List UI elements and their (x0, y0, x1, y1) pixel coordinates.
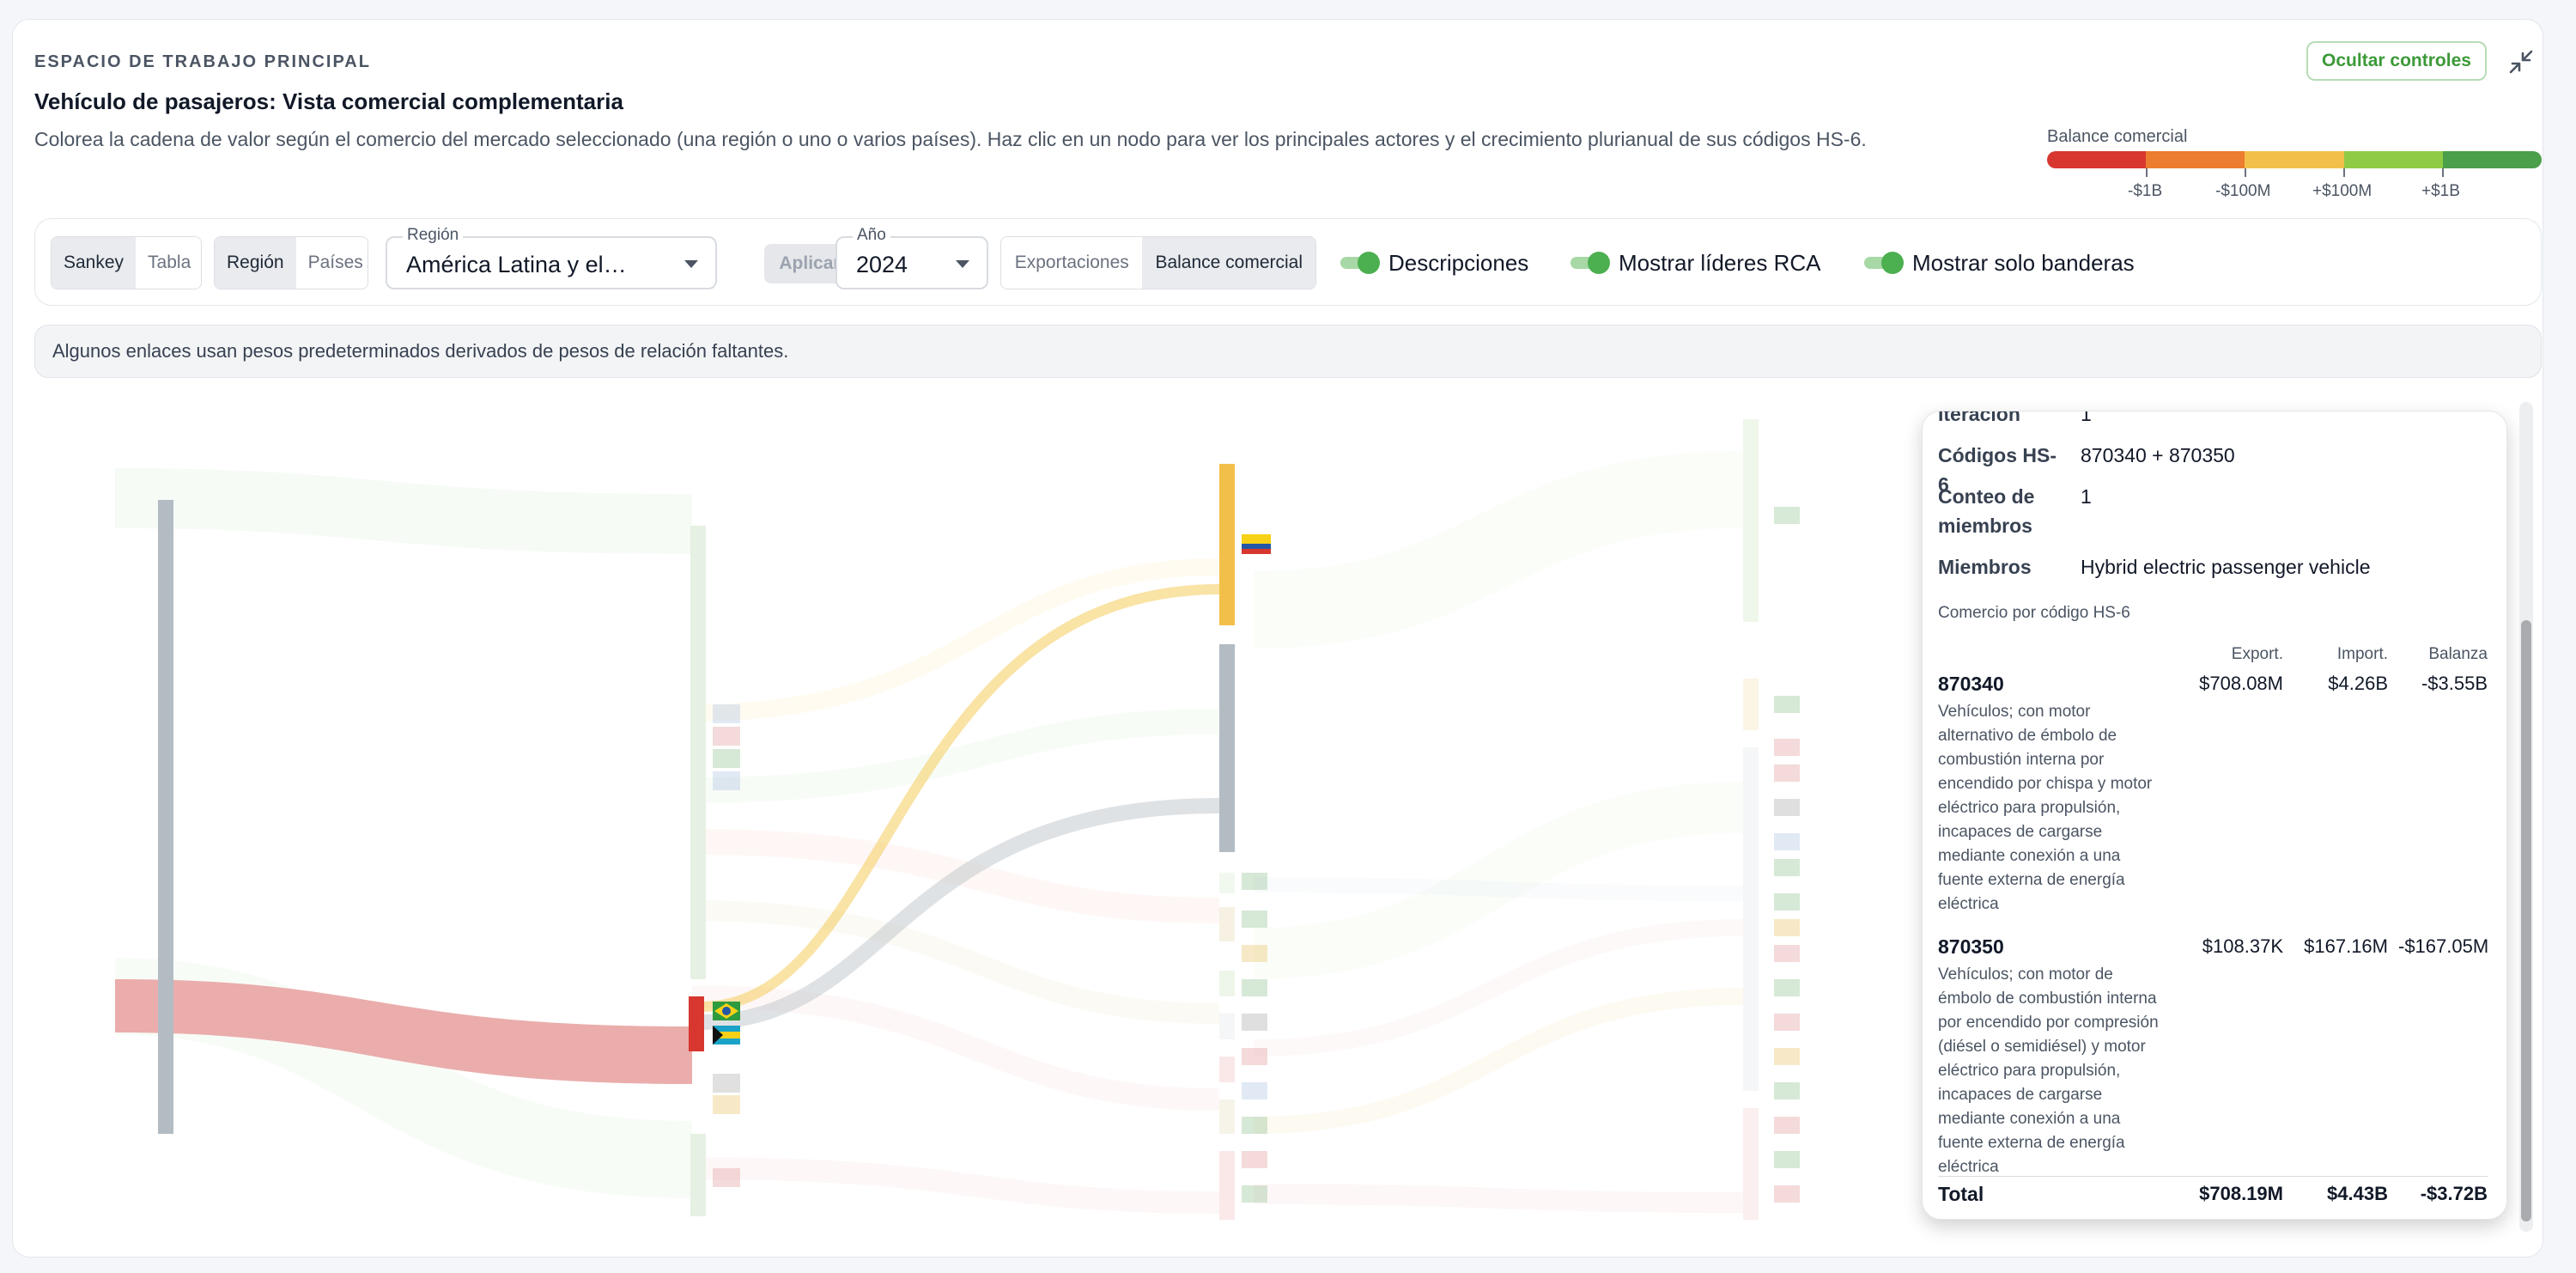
hide-controls-button[interactable]: Ocultar controles (2306, 41, 2487, 81)
scope-countries-button[interactable]: Países (296, 237, 368, 289)
scrollbar-thumb[interactable] (2521, 620, 2531, 1221)
hs-import-value: $167.16M (2304, 935, 2388, 957)
trade-section-title: Comercio por código HS-6 (1938, 604, 2130, 622)
colombia-flag-icon (1242, 534, 1271, 554)
year-select-label: Año (853, 226, 890, 245)
controls-bar: Sankey Tabla Región Países Región Améric… (34, 218, 2542, 306)
legend-tick-mark (2245, 168, 2246, 177)
legend-tick-label: +$1B (2421, 182, 2460, 200)
toggle-flags-only[interactable]: Mostrar solo banderas (1864, 250, 2135, 276)
legend-swatch-5 (2442, 151, 2542, 168)
sankey-node-stage3-grey[interactable] (1219, 644, 1235, 852)
scope-region-button[interactable]: Región (215, 237, 296, 289)
node-detail-panel[interactable]: Iteración 1 Códigos HS-6 870340 + 870350… (1922, 411, 2507, 1220)
bahamas-flag-icon (713, 1026, 740, 1045)
sankey-node-stage2-top[interactable] (690, 526, 706, 979)
legend-color-scale (2047, 151, 2542, 168)
brazil-flag-icon (713, 1002, 740, 1020)
legend-tick-label: +$100M (2312, 182, 2372, 200)
toggle-rca-leaders-label: Mostrar líderes RCA (1619, 249, 1821, 276)
total-divider (1938, 1176, 2488, 1177)
toggle-switch (1340, 252, 1380, 274)
detail-members-label: Miembros (1938, 556, 2032, 578)
metric-exports-button[interactable]: Exportaciones (1001, 237, 1142, 289)
sankey-node-stage2-red[interactable] (689, 996, 704, 1051)
hs-code: 870350 (1938, 935, 2004, 958)
chevron-down-icon (684, 260, 698, 268)
view-table-button[interactable]: Tabla (136, 237, 201, 289)
workspace-eyebrow: ESPACIO DE TRABAJO PRINCIPAL (34, 52, 371, 71)
page-title: Vehículo de pasajeros: Vista comercial c… (34, 88, 623, 114)
toggle-descriptions-label: Descripciones (1388, 249, 1529, 276)
info-notice: Algunos enlaces usan pesos predeterminad… (34, 325, 2542, 378)
region-select[interactable]: Región América Latina y el… (386, 226, 717, 289)
metric-balance-button[interactable]: Balance comercial (1142, 237, 1315, 289)
toggle-knob (1588, 252, 1610, 274)
legend-tick-label: -$100M (2215, 182, 2271, 200)
detail-iteration-value: 1 (2081, 411, 2092, 425)
hs-description: Vehículos; con motor de émbolo de combus… (1938, 965, 2159, 1176)
year-select-value: 2024 (856, 252, 908, 277)
hs-balance-value: -$167.05M (2398, 935, 2489, 957)
year-select[interactable]: Año 2024 (835, 226, 988, 289)
detail-member-count-label: Conteo de miembros (1938, 485, 2035, 537)
sankey-node-stage3-gold[interactable] (1219, 464, 1235, 625)
chevron-down-icon (956, 260, 969, 268)
detail-iteration-label: Iteración (1938, 411, 2020, 425)
total-label: Total (1938, 1183, 1984, 1205)
total-export-value: $708.19M (2199, 1183, 2283, 1204)
detail-members-value: Hybrid electric passenger vehicle (2081, 556, 2371, 578)
total-import-value: $4.43B (2327, 1183, 2388, 1204)
sankey-faint-links (114, 451, 1744, 1214)
page-subtitle: Colorea la cadena de valor según el come… (34, 128, 1867, 150)
legend-title: Balance comercial (2047, 127, 2188, 146)
toggle-switch (1571, 252, 1610, 274)
metric-toggle: Exportaciones Balance comercial (1000, 236, 1316, 289)
total-balance-value: -$3.72B (2420, 1183, 2488, 1204)
legend-tick-mark (2442, 168, 2444, 177)
region-select-label: Región (403, 226, 464, 245)
toggle-knob (1881, 252, 1904, 274)
hs-import-value: $4.26B (2328, 673, 2388, 694)
view-sankey-button[interactable]: Sankey (52, 237, 137, 289)
toggle-switch (1864, 252, 1904, 274)
legend-swatch-3 (2245, 151, 2344, 168)
toggle-knob (1358, 252, 1380, 274)
legend-swatch-4 (2343, 151, 2443, 168)
col-export-header: Export. (2231, 645, 2283, 663)
hs-export-value: $108.37K (2202, 935, 2283, 957)
detail-member-count-value: 1 (2081, 485, 2092, 508)
sankey-node-stage2-bottom[interactable] (690, 1134, 706, 1216)
sankey-node-root[interactable] (158, 500, 173, 1134)
legend-tick-label: -$1B (2128, 182, 2163, 200)
collapse-arrows-icon[interactable] (2506, 46, 2537, 77)
hs-code: 870340 (1938, 673, 2004, 695)
col-import-header: Import. (2336, 645, 2388, 663)
toggle-flags-only-label: Mostrar solo banderas (1912, 249, 2135, 276)
detail-hs6-value: 870340 + 870350 (2081, 444, 2235, 466)
toggle-rca-leaders[interactable]: Mostrar líderes RCA (1571, 250, 1821, 276)
hs-balance-value: -$3.55B (2421, 673, 2488, 694)
hs-description: Vehículos; con motor alternativo de émbo… (1938, 703, 2153, 913)
region-select-value: América Latina y el… (406, 252, 627, 277)
scope-toggle: Región Países (214, 236, 368, 289)
hs-export-value: $708.08M (2199, 673, 2283, 694)
toggle-descriptions[interactable]: Descripciones (1340, 250, 1528, 276)
view-toggle: Sankey Tabla (51, 236, 202, 289)
legend-swatch-2 (2146, 151, 2245, 168)
col-balance-header: Balanza (2428, 645, 2488, 663)
legend-swatch-1 (2047, 151, 2147, 168)
legend-tick-mark (2343, 168, 2345, 177)
legend-tick-mark (2146, 168, 2148, 177)
